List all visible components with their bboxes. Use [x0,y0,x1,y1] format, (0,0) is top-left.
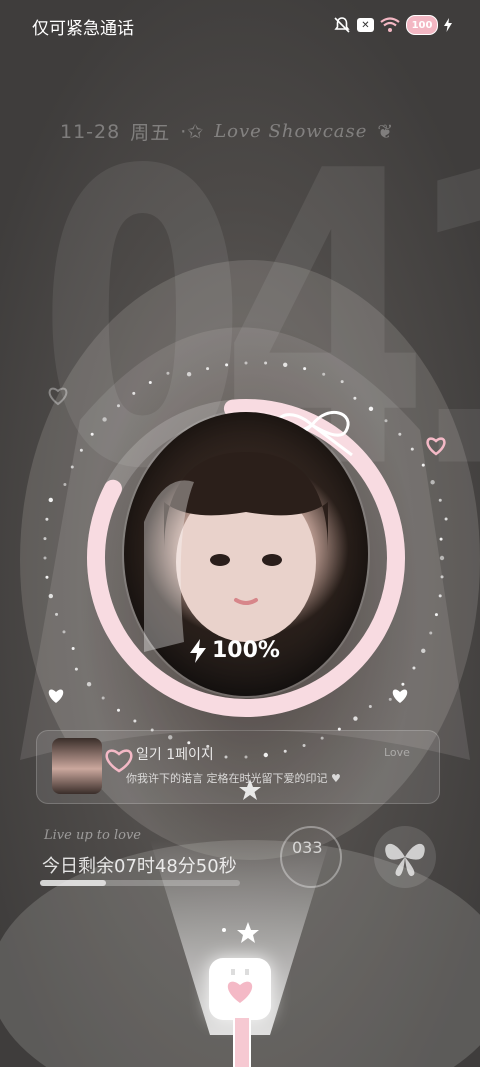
date-row: 11-28 周五 ·✩ Love Showcase ❦ [60,118,394,145]
sparkle-dot [206,367,210,371]
diary-avatar [52,738,102,794]
bolt-icon [190,638,206,663]
sparkle-dot [440,575,444,579]
sparkle-dot [166,371,170,375]
sparkle-icon [222,922,259,943]
sparkle-dot [444,517,448,521]
countdown-progress-fill [40,880,106,886]
sparkle-dot [63,482,67,486]
status-bar: 仅可紧急通话 ✕ 100 [0,0,480,48]
diary-tag: Love [384,746,410,759]
sparkle-dot [322,372,326,376]
star-icon: ·✩ [180,120,205,143]
heart-icon [48,387,68,406]
sparkle-dot [43,537,47,541]
love-script-text: Live up to love [44,828,141,843]
heart-icon [392,689,408,703]
sparkle-dot [116,404,120,408]
love-showcase-title: Love Showcase [214,121,368,142]
sparkle-dot [429,631,433,635]
sparkle-dot [401,682,405,686]
sparkle-dot [74,667,78,671]
diary-title: 일기 1페이지 [136,747,214,763]
sparkle-dot [368,406,374,411]
sparkle-dot [148,381,152,385]
sparkle-dot [421,463,425,467]
sparkle-dot [55,612,59,616]
sparkle-dot [353,396,357,400]
sparkle-dot [353,716,358,721]
star-icon [239,779,261,800]
status-icons: ✕ 100 [333,14,452,36]
heart-icon [426,437,446,456]
date-text: 11-28 [60,120,121,143]
sparkle-dot [45,575,49,579]
charger-plug-icon [209,958,271,1020]
sparkle-dot [90,432,94,436]
diary-subtitle: 你我许下的诺言 定格在时光留下爱的印记 ♥ [126,772,341,785]
sparkle-dot [430,480,435,485]
charge-percentage: 100% [190,638,280,663]
weekday-text: 周五 [130,122,171,144]
sparkle-dot [412,666,416,670]
bolt-icon [444,18,452,32]
wifi-icon [380,17,400,32]
sparkle-dot [43,556,47,560]
heart-icon [48,689,64,703]
sparkle-dot [45,517,49,521]
sparkle-dot [398,432,402,436]
sparkle-dot [283,362,288,368]
sparkle-dot [101,696,105,700]
charge-percent-text: 100% [212,638,280,663]
sparkle-dot [186,371,192,377]
emergency-calls-only-text: 仅可紧急通话 [32,19,134,39]
sparkle-dot [421,648,426,654]
sparkle-dot [368,704,372,708]
sparkle-dot [244,361,248,365]
sparkle-dot [116,708,120,712]
heart-icon [227,969,253,1003]
sparkle-dot [303,367,307,371]
sparkle-dot [434,613,438,617]
sparkle-dot [48,497,53,503]
sparkle-dot [48,593,54,599]
sparkle-dot [384,419,388,423]
sparkle-dot [70,465,74,469]
sparkle-dot [71,647,75,651]
sparkle-dot [439,537,443,541]
sparkle-dot [133,719,137,723]
battery-icon: 100 [406,15,438,35]
butterfly-button[interactable] [374,826,436,888]
sparkle-dot [340,380,344,384]
sparkle-dot [388,697,392,701]
no-sim-icon: ✕ [357,18,374,32]
charger-cable [233,1018,251,1067]
sparkle-dot [86,682,92,687]
sparkle-dot [132,391,136,395]
sparkle-dot [102,417,107,422]
sparkle-dot [264,361,268,365]
sparkle-dot [62,630,66,634]
sparkle-dot [410,447,414,451]
sparkle-dot [79,448,83,452]
butterfly-icon [385,843,425,877]
sparkle-dot [438,594,442,598]
sparkle-dot [225,363,229,367]
sparkle-dot [439,555,445,561]
sparkle-dot [438,498,442,502]
mute-icon [334,17,350,33]
butterfly-icon: ❦ [377,120,395,143]
